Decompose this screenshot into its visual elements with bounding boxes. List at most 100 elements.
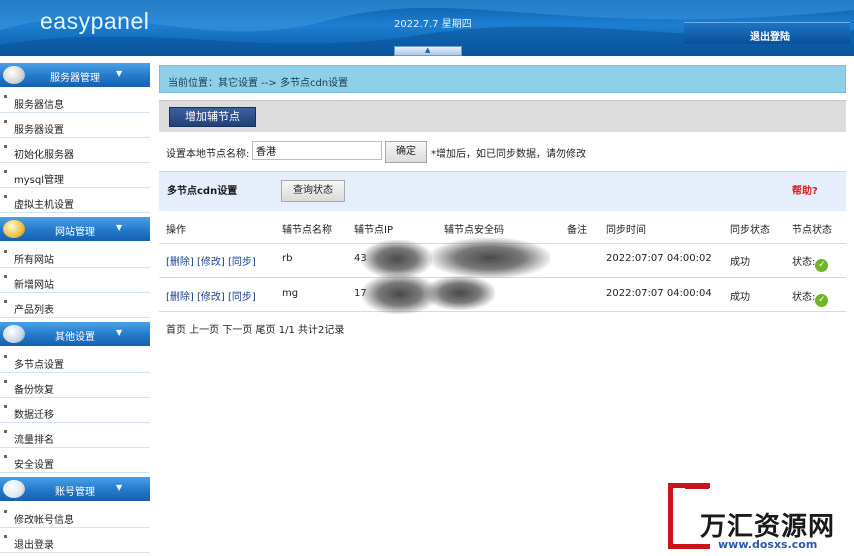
bullet-icon [4, 355, 7, 358]
sidebar-item-label: 新增网站 [14, 280, 54, 291]
chevron-up-icon: ▲ [425, 46, 431, 54]
sidebar-item-security[interactable]: 安全设置 [0, 449, 150, 473]
edit-link[interactable]: [修改] [197, 257, 225, 268]
delete-link[interactable]: [删除] [166, 292, 194, 303]
sidebar-item-multinode[interactable]: 多节点设置 [0, 349, 150, 373]
column-header: 同步时间 [606, 225, 646, 236]
column-header: 节点状态 [792, 225, 832, 236]
sidebar-group-account[interactable]: 账号管理 ▼ [0, 477, 150, 501]
account-group-icon [3, 480, 25, 498]
delete-link[interactable]: [删除] [166, 257, 194, 268]
sidebar-item-init-server[interactable]: 初始化服务器 [0, 139, 150, 163]
add-node-button[interactable]: 增加辅节点 [169, 107, 256, 127]
redaction-scribble [430, 238, 550, 278]
query-status-button[interactable]: 查询状态 [281, 180, 345, 202]
chevron-down-icon: ▼ [116, 328, 123, 337]
bullet-icon [4, 405, 7, 408]
sync-link[interactable]: [同步] [228, 257, 256, 268]
local-node-label: 设置本地节点名称: [166, 149, 250, 160]
sidebar-item-vhost-settings[interactable]: 虚拟主机设置 [0, 189, 150, 213]
edit-link[interactable]: [修改] [197, 292, 225, 303]
node-status-label: 状态: [792, 292, 816, 303]
sidebar-item-label: 所有网站 [14, 255, 54, 266]
help-link[interactable]: 帮助? [792, 182, 818, 197]
sidebar-item-label: 备份恢复 [14, 385, 54, 396]
watermark-url: www.dosxs.com [718, 538, 818, 551]
local-node-name-input[interactable] [252, 141, 382, 160]
bullet-icon [4, 195, 7, 198]
bullet-icon [4, 170, 7, 173]
server-group-icon [3, 66, 25, 84]
node-name: mg [282, 288, 299, 299]
sidebar-group-website[interactable]: 网站管理 ▼ [0, 217, 150, 241]
current-date: 2022.7.7 星期四 [394, 19, 472, 30]
chevron-down-icon: ▼ [116, 69, 123, 78]
sidebar-item-label: 修改帐号信息 [14, 515, 74, 526]
column-header: 同步状态 [730, 225, 770, 236]
logout-link[interactable]: 退出登陆 [750, 28, 790, 43]
chevron-down-icon: ▼ [116, 223, 123, 232]
node-status: 状态: ✓ [792, 288, 829, 307]
sync-link[interactable]: [同步] [228, 292, 256, 303]
sidebar-item-migration[interactable]: 数据迁移 [0, 399, 150, 423]
sync-time: 2022:07:07 04:00:02 [606, 253, 712, 264]
sidebar-group-server[interactable]: 服务器管理 ▼ [0, 63, 150, 87]
sidebar-item-server-info[interactable]: 服务器信息 [0, 89, 150, 113]
bullet-icon [4, 430, 7, 433]
sidebar-item-label: 服务器信息 [14, 100, 64, 111]
breadcrumb-text: 当前位置：其它设置 --> 多节点cdn设置 [168, 78, 349, 89]
redaction-scribble [362, 240, 432, 278]
redaction-scribble [425, 276, 495, 310]
column-header: 辅节点IP [354, 225, 393, 236]
sidebar-group-title: 服务器管理 [50, 73, 100, 84]
breadcrumb: 当前位置：其它设置 --> 多节点cdn设置 [159, 65, 846, 93]
column-header: 操作 [166, 225, 186, 236]
collapse-header-tab[interactable]: ▲ [394, 46, 462, 56]
sidebar-item-label: 退出登录 [14, 540, 54, 551]
bullet-icon [4, 510, 7, 513]
bullet-icon [4, 535, 7, 538]
sidebar-item-label: 多节点设置 [14, 360, 64, 371]
sidebar-item-traffic-rank[interactable]: 流量排名 [0, 424, 150, 448]
top-header: easypanel 2022.7.7 星期四 退出登陆 ▲ [0, 0, 854, 56]
chevron-down-icon: ▼ [116, 483, 123, 492]
sidebar-item-edit-account[interactable]: 修改帐号信息 [0, 504, 150, 528]
sidebar-item-backup[interactable]: 备份恢复 [0, 374, 150, 398]
bullet-icon [4, 380, 7, 383]
sidebar-group-title: 网站管理 [55, 227, 95, 238]
watermark-logo-bar [685, 483, 709, 489]
toolbar: 增加辅节点 [159, 100, 846, 132]
sidebar-item-products[interactable]: 产品列表 [0, 294, 150, 318]
node-status: 状态: ✓ [792, 253, 829, 272]
bullet-icon [4, 250, 7, 253]
sidebar-item-new-site[interactable]: 新增网站 [0, 269, 150, 293]
sidebar-group-other[interactable]: 其他设置 ▼ [0, 322, 150, 346]
sidebar-item-label: 流量排名 [14, 435, 54, 446]
sidebar-item-server-settings[interactable]: 服务器设置 [0, 114, 150, 138]
sidebar-item-logout[interactable]: 退出登录 [0, 529, 150, 553]
column-header: 辅节点安全码 [444, 225, 504, 236]
cdn-header-bar: 多节点cdn设置 查询状态 帮助? [159, 171, 846, 211]
table-row-actions: [删除] [修改] [同步] [166, 253, 256, 268]
table-row-actions: [删除] [修改] [同步] [166, 288, 256, 303]
check-icon: ✓ [815, 294, 829, 307]
app-logo: easypanel [40, 8, 150, 34]
bullet-icon [4, 145, 7, 148]
sidebar-group-title: 其他设置 [55, 332, 95, 343]
sync-status: 成功 [730, 257, 750, 268]
section-title: 多节点cdn设置 [167, 186, 238, 197]
sidebar-item-label: 产品列表 [14, 305, 54, 316]
pagination: 首页 上一页 下一页 尾页 1/1 共计2记录 [166, 325, 345, 336]
node-status-label: 状态: [792, 257, 816, 268]
column-header: 辅节点名称 [282, 225, 332, 236]
sidebar-item-label: 安全设置 [14, 460, 54, 471]
bullet-icon [4, 120, 7, 123]
sidebar-item-all-sites[interactable]: 所有网站 [0, 244, 150, 268]
sidebar-item-label: 数据迁移 [14, 410, 54, 421]
sidebar-item-mysql[interactable]: mysql管理 [0, 164, 150, 188]
bullet-icon [4, 300, 7, 303]
sync-time: 2022:07:07 04:00:04 [606, 288, 712, 299]
confirm-button[interactable]: 确定 [385, 141, 427, 163]
bullet-icon [4, 275, 7, 278]
sidebar-group-title: 账号管理 [55, 487, 95, 498]
